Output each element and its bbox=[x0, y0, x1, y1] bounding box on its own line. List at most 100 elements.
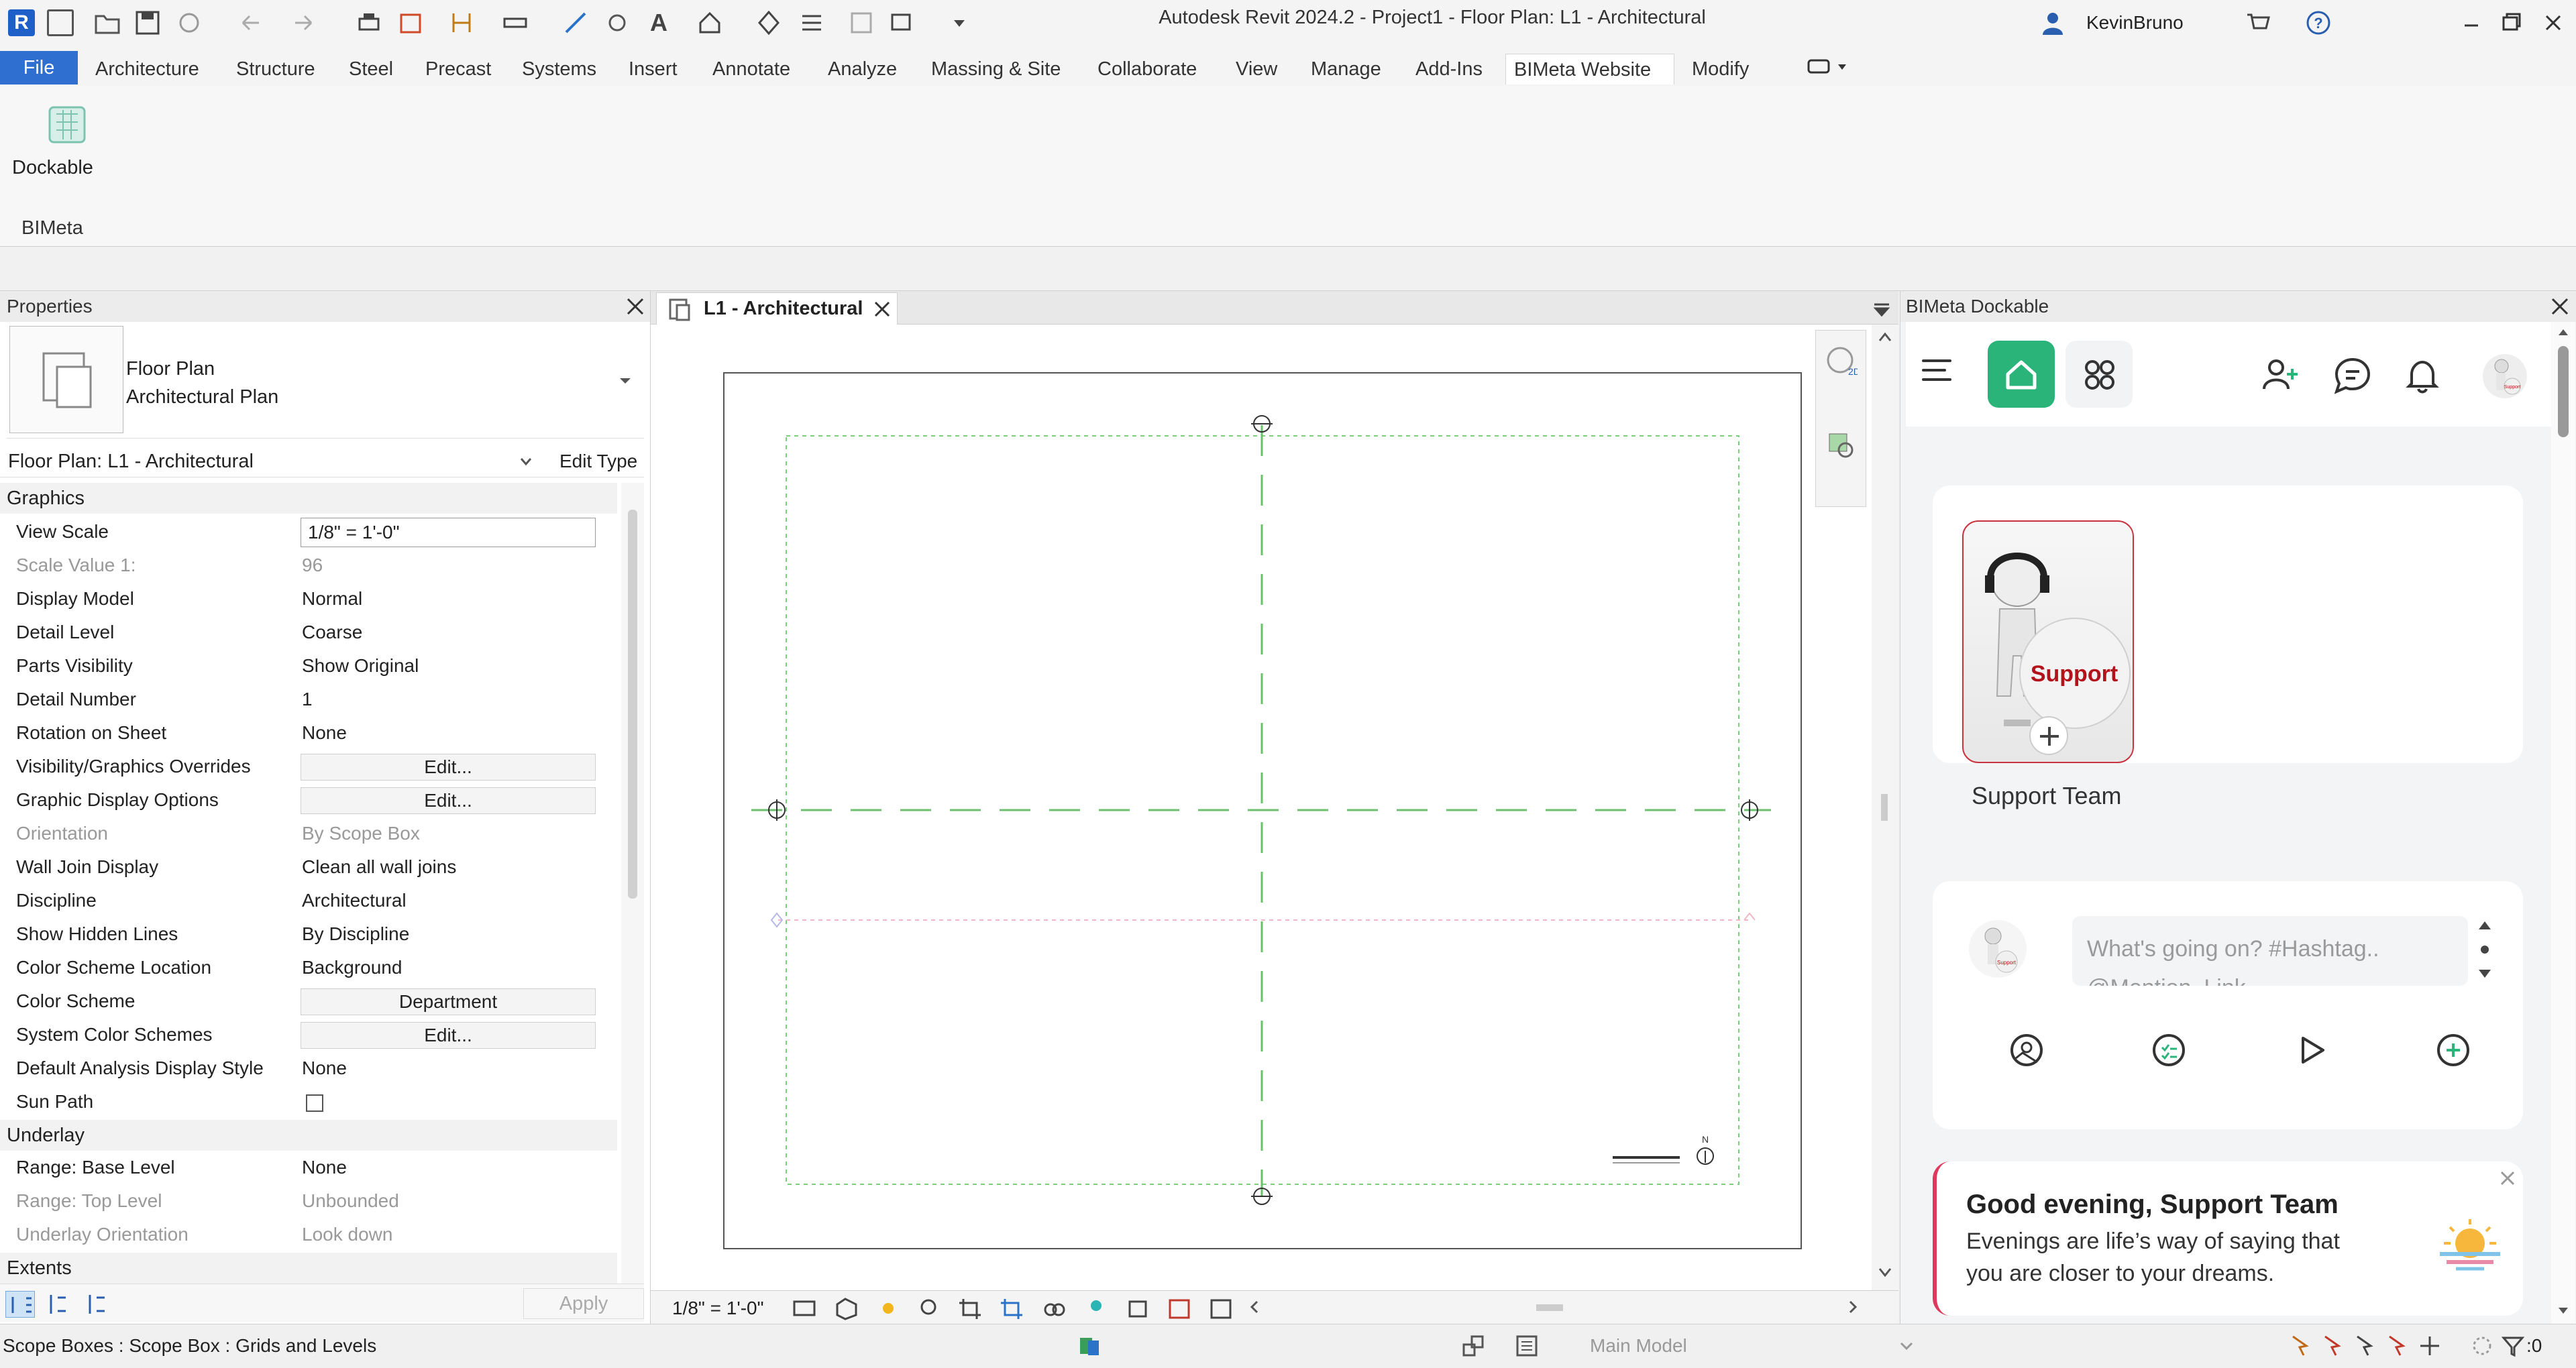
scroll-thumb[interactable] bbox=[628, 510, 637, 899]
system-color-schemes-edit-button[interactable]: Edit... bbox=[301, 1022, 596, 1049]
scroll-up-icon[interactable] bbox=[2557, 326, 2570, 339]
prop-value[interactable]: None bbox=[302, 1051, 347, 1085]
greeting-close-icon[interactable] bbox=[2498, 1168, 2518, 1188]
tab-precast[interactable]: Precast bbox=[417, 54, 499, 84]
print-icon[interactable] bbox=[356, 9, 382, 36]
prop-row-default-analysis-display-style[interactable]: Default Analysis Display Style None bbox=[0, 1051, 617, 1085]
tab-view[interactable]: View bbox=[1228, 54, 1285, 84]
prop-row-show-hidden-lines[interactable]: Show Hidden Lines By Discipline bbox=[0, 917, 617, 951]
section-icon[interactable] bbox=[755, 9, 782, 36]
add-video-icon[interactable] bbox=[2292, 1031, 2330, 1069]
shadows-icon[interactable] bbox=[916, 1296, 943, 1320]
dockable-scrollbar[interactable] bbox=[2551, 322, 2575, 1324]
sun-path-icon[interactable] bbox=[875, 1296, 902, 1320]
temporary-hide-icon[interactable] bbox=[1041, 1296, 1068, 1320]
select-pinned-icon[interactable] bbox=[2353, 1334, 2377, 1358]
edit-type-button[interactable]: Edit Type bbox=[559, 451, 637, 472]
tab-architecture[interactable]: Architecture bbox=[87, 54, 207, 84]
worksets-icon[interactable] bbox=[1076, 1332, 1103, 1359]
revit-app-icon[interactable]: R bbox=[8, 9, 35, 36]
chat-icon[interactable] bbox=[2332, 355, 2373, 396]
tab-manage[interactable]: Manage bbox=[1303, 54, 1389, 84]
prop-value[interactable]: Background bbox=[302, 951, 402, 984]
add-user-icon[interactable] bbox=[2260, 355, 2300, 396]
prop-value[interactable]: Clean all wall joins bbox=[302, 850, 456, 884]
instance-selector[interactable]: Floor Plan: L1 - Architectural Edit Type bbox=[0, 444, 644, 477]
navigation-bar[interactable]: 2D bbox=[1815, 330, 1866, 507]
prop-value[interactable]: Show Original bbox=[302, 649, 419, 683]
prop-row-detail-level[interactable]: Detail Level Coarse bbox=[0, 616, 617, 649]
select-links-icon[interactable] bbox=[2289, 1334, 2313, 1358]
apply-button[interactable]: Apply bbox=[523, 1288, 644, 1319]
main-model-selector[interactable]: Main Model bbox=[1550, 1331, 1925, 1361]
close-window-icon[interactable] bbox=[2540, 9, 2567, 36]
post-input[interactable]: What's going on? #Hashtag.. @Mention. Li… bbox=[2072, 916, 2468, 986]
sync-icon[interactable] bbox=[176, 9, 203, 36]
tab-modify[interactable]: Modify bbox=[1684, 54, 1757, 84]
horizontal-scroll-thumb[interactable] bbox=[1536, 1304, 1563, 1311]
sort-ascending-icon[interactable] bbox=[44, 1291, 71, 1318]
section-extents[interactable]: Extents bbox=[0, 1253, 617, 1284]
prop-value[interactable]: None bbox=[302, 716, 347, 750]
sort-properties-icon[interactable] bbox=[5, 1291, 35, 1318]
tab-structure[interactable]: Structure bbox=[228, 54, 323, 84]
customize-toolbar-icon[interactable] bbox=[946, 9, 973, 36]
crop-view-icon[interactable] bbox=[958, 1296, 985, 1320]
profile-avatar[interactable]: Support bbox=[2483, 354, 2527, 398]
dimension-icon[interactable] bbox=[562, 9, 589, 36]
tab-collaborate[interactable]: Collaborate bbox=[1089, 54, 1205, 84]
section-underlay[interactable]: Underlay bbox=[0, 1120, 617, 1151]
select-by-face-icon[interactable] bbox=[2385, 1334, 2410, 1358]
prop-value[interactable]: By Discipline bbox=[302, 917, 409, 951]
type-selector[interactable]: Floor Plan Architectural Plan bbox=[7, 325, 644, 439]
tab-steel[interactable]: Steel bbox=[341, 54, 401, 84]
tab-add-ins[interactable]: Add-Ins bbox=[1407, 54, 1491, 84]
3d-view-icon[interactable] bbox=[696, 9, 723, 36]
sun-path-checkbox[interactable] bbox=[306, 1094, 323, 1112]
temporary-view-properties-icon[interactable] bbox=[1124, 1296, 1151, 1320]
measure-icon[interactable] bbox=[502, 9, 529, 36]
minimize-icon[interactable] bbox=[2458, 9, 2485, 36]
add-poll-icon[interactable] bbox=[2150, 1031, 2188, 1069]
prop-row-detail-number[interactable]: Detail Number 1 bbox=[0, 683, 617, 716]
scroll-thumb[interactable] bbox=[2558, 346, 2569, 437]
properties-close-icon[interactable] bbox=[624, 295, 647, 318]
reveal-hidden-icon[interactable] bbox=[1083, 1296, 1110, 1320]
home-button[interactable] bbox=[1988, 341, 2055, 408]
export-icon[interactable] bbox=[397, 9, 424, 36]
scroll-down-icon[interactable] bbox=[2557, 1304, 2570, 1317]
vg-overrides-edit-button[interactable]: Edit... bbox=[301, 754, 596, 781]
visual-style-icon[interactable] bbox=[833, 1296, 860, 1320]
dockable-close-icon[interactable] bbox=[2548, 295, 2571, 318]
hamburger-menu-icon[interactable] bbox=[1921, 354, 1954, 388]
support-team-name[interactable]: Support Team bbox=[1972, 782, 2121, 810]
prop-row-parts-visibility[interactable]: Parts Visibility Show Original bbox=[0, 649, 617, 683]
tab-systems[interactable]: Systems bbox=[514, 54, 604, 84]
tab-analyze[interactable]: Analyze bbox=[820, 54, 905, 84]
view-scale-input[interactable]: 1/8" = 1'-0" bbox=[301, 518, 596, 547]
prop-value[interactable]: Coarse bbox=[302, 616, 362, 649]
tag-icon[interactable] bbox=[604, 9, 631, 36]
sort-descending-icon[interactable] bbox=[83, 1291, 110, 1318]
tab-file[interactable]: File bbox=[0, 51, 78, 84]
tab-bimeta-website[interactable]: BIMeta Website bbox=[1505, 54, 1674, 84]
type-dropdown-icon[interactable] bbox=[617, 373, 633, 389]
dockable-button[interactable]: Dockable bbox=[9, 90, 97, 190]
scroll-left-icon[interactable] bbox=[1246, 1299, 1263, 1315]
recent-files-icon[interactable] bbox=[47, 9, 74, 36]
drag-elements-icon[interactable] bbox=[2418, 1334, 2442, 1358]
undo-icon[interactable] bbox=[236, 9, 263, 36]
view-tab-close-icon[interactable] bbox=[871, 298, 893, 320]
add-support-icon[interactable] bbox=[2029, 716, 2068, 755]
restore-icon[interactable] bbox=[2498, 9, 2525, 36]
instance-dropdown-icon[interactable] bbox=[519, 455, 533, 468]
switch-windows-icon[interactable] bbox=[890, 9, 916, 36]
save-icon[interactable] bbox=[134, 9, 161, 36]
ribbon-options-icon[interactable] bbox=[1806, 52, 1846, 79]
prop-row-view-scale[interactable]: View Scale 1/8" = 1'-0" bbox=[0, 515, 617, 549]
detail-level-icon[interactable] bbox=[792, 1296, 818, 1320]
notifications-bell-icon[interactable] bbox=[2402, 355, 2443, 396]
thin-lines-icon[interactable] bbox=[798, 9, 825, 36]
view-tabs-menu-icon[interactable] bbox=[1872, 300, 1892, 321]
prop-row-wall-join-display[interactable]: Wall Join Display Clean all wall joins bbox=[0, 850, 617, 884]
